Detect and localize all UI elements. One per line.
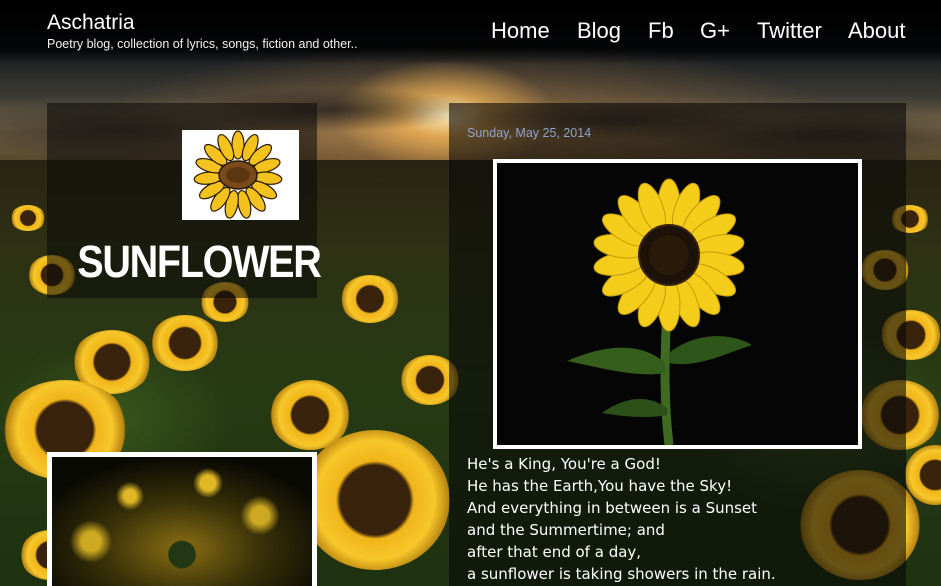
field-sunflower	[300, 430, 450, 570]
post-line: He has the Earth,You have the Sky!	[467, 477, 733, 495]
site-header: Aschatria Poetry blog, collection of lyr…	[0, 0, 941, 64]
sunflower-logo-image[interactable]	[182, 130, 299, 220]
nav-twitter[interactable]: Twitter	[757, 16, 822, 46]
sunflower-icon	[193, 130, 283, 219]
post-line: And everything in between is a Sunset	[467, 499, 758, 517]
nav-blog[interactable]: Blog	[577, 16, 621, 46]
post-line: after that end of a day,	[467, 543, 642, 561]
sunflower-photo-icon	[567, 178, 752, 445]
field-sunflower	[10, 205, 46, 231]
field-sunflower	[150, 315, 220, 371]
blog-title[interactable]: Aschatria	[47, 11, 135, 35]
post-image-frame[interactable]	[493, 159, 862, 449]
post-date: Sunday, May 25, 2014	[467, 126, 592, 140]
nav-facebook[interactable]: Fb	[648, 16, 674, 46]
sidebar-sunflower-image	[52, 457, 312, 586]
post-line: and the Summertime; and	[467, 521, 665, 539]
nav-home[interactable]: Home	[491, 16, 550, 46]
nav-google-plus[interactable]: G+	[700, 16, 730, 46]
post-sunflower-image	[497, 163, 858, 445]
post-line: a sunflower is taking showers in the rai…	[467, 565, 776, 583]
sidebar-image-frame[interactable]	[47, 452, 317, 586]
post-line: He's a King, You're a God!	[467, 455, 661, 473]
logo-title-text: SUNFLOWER	[77, 236, 322, 287]
field-sunflower	[340, 275, 400, 323]
nav-about[interactable]: About	[848, 16, 906, 46]
post-body: He's a King, You're a God! He has the Ea…	[467, 453, 897, 585]
blog-description: Poetry blog, collection of lyrics, songs…	[47, 37, 358, 51]
